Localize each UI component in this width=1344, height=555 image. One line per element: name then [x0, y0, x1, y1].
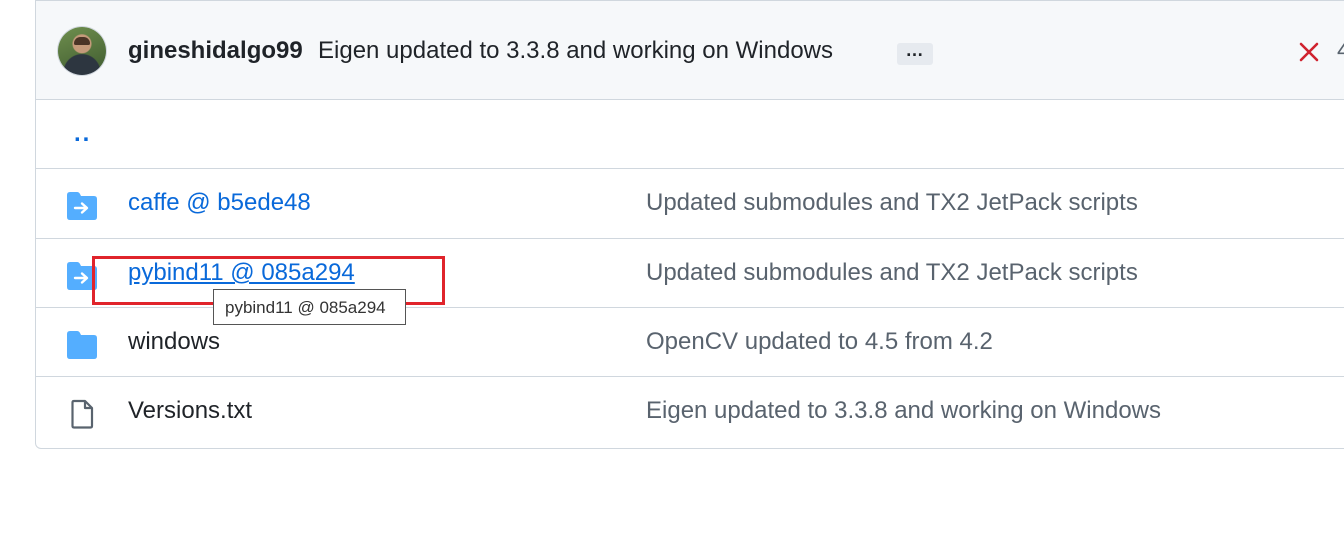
folder-icon: [67, 331, 97, 359]
file-name-link[interactable]: windows: [128, 328, 220, 356]
submodule-folder-icon: [67, 262, 97, 290]
link-tooltip: pybind11 @ 085a294: [213, 289, 406, 325]
commit-count-partial: 4: [1337, 37, 1344, 65]
commit-message-link[interactable]: Eigen updated to 3.3.8 and working on Wi…: [318, 37, 833, 65]
submodule-folder-icon: [67, 192, 97, 220]
file-commit-message[interactable]: Updated submodules and TX2 JetPack scrip…: [646, 189, 1138, 217]
file-name-link[interactable]: caffe @ b5ede48: [128, 189, 311, 217]
file-commit-message[interactable]: Updated submodules and TX2 JetPack scrip…: [646, 259, 1138, 287]
latest-commit-bar: gineshidalgo99 Eigen updated to 3.3.8 an…: [36, 0, 1344, 100]
file-name-link[interactable]: pybind11 @ 085a294: [128, 259, 355, 287]
expand-commit-message-button[interactable]: …: [897, 41, 933, 65]
file-icon: [71, 399, 94, 429]
x-icon[interactable]: [1296, 39, 1322, 65]
file-row-versions[interactable]: Versions.txt Eigen updated to 3.3.8 and …: [36, 377, 1344, 448]
file-browser: gineshidalgo99 Eigen updated to 3.3.8 an…: [35, 0, 1344, 449]
file-commit-message[interactable]: OpenCV updated to 4.5 from 4.2: [646, 328, 993, 356]
commit-author-link[interactable]: gineshidalgo99: [128, 37, 303, 65]
file-row-caffe[interactable]: caffe @ b5ede48 Updated submodules and T…: [36, 169, 1344, 239]
file-name-link[interactable]: Versions.txt: [128, 397, 252, 425]
author-avatar[interactable]: [58, 27, 106, 75]
file-commit-message[interactable]: Eigen updated to 3.3.8 and working on Wi…: [646, 397, 1161, 425]
parent-directory-link[interactable]: ..: [74, 120, 91, 148]
parent-directory-row[interactable]: ..: [36, 100, 1344, 169]
